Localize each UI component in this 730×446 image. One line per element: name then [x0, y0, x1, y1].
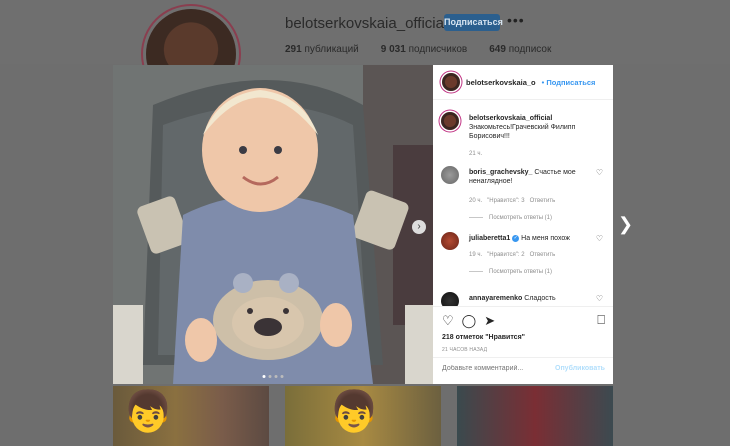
comment-username[interactable]: annayaremenko: [469, 295, 522, 302]
stat-followers[interactable]: 9 031 подписчиков: [381, 44, 467, 55]
comment-avatar[interactable]: [441, 166, 459, 184]
post-header: belotserkovskaia_o • Подписаться: [433, 65, 613, 100]
likes-count[interactable]: 218 отметок "Нравится": [442, 334, 525, 341]
post-author-avatar[interactable]: [442, 73, 460, 91]
face-emoji-icon: 👦: [123, 390, 173, 434]
verified-badge-icon: ✓: [512, 234, 520, 242]
caption: belotserkovskaia_official Знакомьтесь!Гр…: [441, 112, 605, 162]
post-grid: 👦 👦: [113, 386, 613, 446]
post-photo[interactable]: ›: [113, 65, 433, 384]
comment-meta: 20 ч. "Нравится": 3 Ответить: [469, 198, 556, 204]
grid-thumbnail[interactable]: 👦: [113, 386, 269, 446]
stat-posts: 291 публикаций: [285, 44, 359, 55]
comment-text: На меня похож: [521, 235, 570, 242]
view-replies-link[interactable]: Посмотреть ответы (1): [469, 269, 552, 275]
caption-text: Знакомьтесь!Грачевский Филипп Борисович!…: [469, 124, 576, 140]
view-replies-link[interactable]: Посмотреть ответы (1): [469, 215, 552, 221]
reply-link[interactable]: Ответить: [530, 198, 556, 204]
baby-photo-illustration: [113, 65, 433, 384]
bookmark-icon[interactable]: ⎕: [597, 312, 605, 328]
face-emoji-icon: 👦: [329, 390, 379, 434]
heart-icon[interactable]: ♡: [442, 313, 454, 329]
add-comment-bar: Опубликовать: [433, 357, 613, 385]
post-modal: › belotserkovskaia_o • Подписаться belot…: [113, 65, 613, 384]
profile-username: belotserkovskaia_official: [285, 15, 448, 32]
stat-following[interactable]: 649 подписок: [489, 44, 551, 55]
comment-meta: 19 ч. "Нравится": 2 Ответить: [469, 252, 556, 258]
comment-avatar[interactable]: [441, 232, 459, 250]
comment-username[interactable]: boris_grachevsky_: [469, 169, 532, 176]
more-options-icon[interactable]: •••: [507, 12, 525, 28]
post-sidebar: belotserkovskaia_o • Подписаться belotse…: [433, 65, 613, 384]
profile-stats: 291 публикаций 9 031 подписчиков 649 под…: [285, 44, 551, 55]
comment-item: annayaremenko Сладость ♡: [441, 292, 605, 306]
caption-time: 21 ч.: [469, 151, 483, 157]
post-actions: ♡ ◯ ➤ ⎕ 218 отметок "Нравится" 21 ЧАСОВ …: [433, 306, 613, 357]
grid-thumbnail[interactable]: [457, 386, 613, 446]
carousel-dots: [262, 375, 284, 378]
reply-link[interactable]: Ответить: [530, 252, 556, 258]
follow-button[interactable]: Подписаться: [444, 14, 503, 31]
comment-avatar[interactable]: [441, 292, 459, 306]
comment-username[interactable]: juliaberetta1: [469, 235, 510, 242]
publish-button[interactable]: Опубликовать: [555, 365, 605, 372]
chevron-right-icon[interactable]: ❯: [618, 214, 633, 235]
comment-text: Сладость: [524, 295, 556, 302]
caption-username[interactable]: belotserkovskaia_official: [469, 115, 552, 122]
comment-item: boris_grachevsky_ Счастье мое ненаглядно…: [441, 166, 605, 226]
comment-like-icon[interactable]: ♡: [596, 168, 603, 177]
post-follow-button[interactable]: • Подписаться: [542, 78, 596, 87]
share-icon[interactable]: ➤: [484, 313, 495, 329]
comment-icon[interactable]: ◯: [462, 313, 477, 329]
comments-list[interactable]: belotserkovskaia_official Знакомьтесь!Гр…: [433, 100, 613, 306]
comment-like-icon[interactable]: ♡: [596, 234, 603, 243]
post-time: 21 ЧАСОВ НАЗАД: [442, 347, 488, 353]
comment-input[interactable]: [442, 365, 552, 372]
caption-avatar[interactable]: [441, 112, 459, 130]
grid-thumbnail[interactable]: 👦: [285, 386, 441, 446]
carousel-next-icon[interactable]: ›: [412, 220, 426, 234]
comment-item: juliaberetta1 ✓ На меня похож ♡ 19 ч. "Н…: [441, 232, 605, 292]
post-author-username[interactable]: belotserkovskaia_o: [466, 78, 536, 87]
comment-like-icon[interactable]: ♡: [596, 294, 603, 303]
